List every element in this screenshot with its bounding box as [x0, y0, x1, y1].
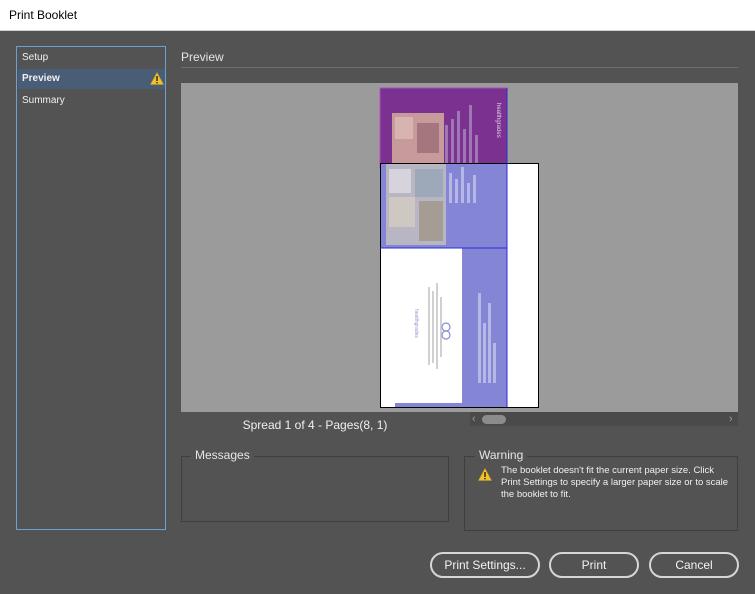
brand-text: healthgrades: [413, 309, 419, 338]
title-bar: Print Booklet: [0, 0, 755, 31]
section-divider: [181, 67, 738, 68]
window-title: Print Booklet: [9, 8, 78, 22]
preview-canvas[interactable]: healthgrades healthgrades: [181, 83, 738, 412]
cancel-button[interactable]: Cancel: [649, 552, 739, 578]
warning-icon: [150, 72, 164, 85]
print-settings-button[interactable]: Print Settings...: [430, 552, 540, 578]
brand-text: healthgrades: [495, 103, 501, 138]
nav-item-label: Summary: [22, 95, 65, 106]
nav-item-preview[interactable]: Preview: [18, 69, 165, 89]
chevron-left-icon[interactable]: ‹: [472, 412, 476, 426]
messages-label: Messages: [191, 448, 254, 462]
scrollbar-thumb[interactable]: [482, 415, 506, 424]
nav-item-label: Setup: [22, 52, 49, 63]
warning-message: The booklet doesn't fit the current pape…: [501, 465, 729, 500]
spread-info: Spread 1 of 4 - Pages(8, 1): [242, 418, 388, 432]
warning-label: Warning: [475, 448, 528, 462]
nav-item-summary[interactable]: Summary: [18, 91, 165, 111]
messages-group: [181, 456, 449, 522]
horizontal-scrollbar[interactable]: ‹ ›: [470, 412, 738, 426]
booklet-preview-image: healthgrades healthgrades: [379, 87, 539, 408]
chevron-right-icon[interactable]: ›: [729, 412, 733, 426]
print-button[interactable]: Print: [549, 552, 639, 578]
nav-list: Setup Preview Summary: [16, 46, 166, 530]
nav-item-setup[interactable]: Setup: [18, 48, 165, 68]
nav-item-label: Preview: [22, 73, 60, 84]
warning-icon: [478, 468, 492, 481]
section-title: Preview: [181, 50, 224, 64]
